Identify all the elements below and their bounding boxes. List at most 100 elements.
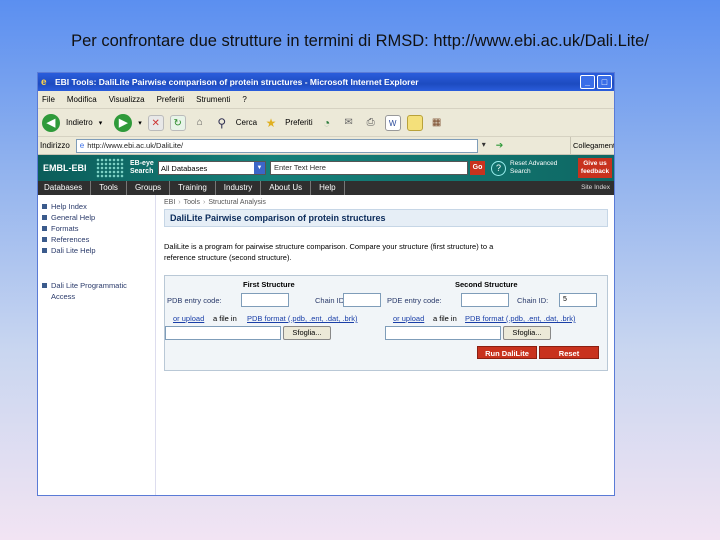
nav-tools[interactable]: Tools	[91, 181, 127, 195]
edit-word-icon[interactable]: W	[384, 114, 401, 131]
menu-file[interactable]: File	[42, 95, 55, 104]
nav-about-us[interactable]: About Us	[261, 181, 312, 195]
browser-window: e EBI Tools: DaliLite Pairwise compariso…	[37, 72, 615, 496]
sidebar-item-references[interactable]: References	[38, 234, 155, 245]
window-title: EBI Tools: DaliLite Pairwise comparison …	[55, 77, 419, 87]
file-path-input-1[interactable]	[165, 326, 281, 340]
ebi-logo[interactable]: EMBL-EBI	[38, 163, 96, 173]
chain-id-input-2[interactable]: 5	[559, 293, 597, 307]
menu-strumenti[interactable]: Strumenti	[196, 95, 230, 104]
menu-preferiti[interactable]: Preferiti	[157, 95, 185, 104]
run-dalilite-button[interactable]: Run DaliLite	[477, 346, 537, 359]
pdb-entry-input-1[interactable]	[241, 293, 289, 307]
maximize-button[interactable]: □	[597, 75, 612, 89]
intro-text: DaliLite is a program for pairwise struc…	[164, 242, 494, 262]
address-bar: Indirizzo e http://www.ebi.ac.uk/DaliLit…	[38, 137, 614, 155]
menu-visualizza[interactable]: Visualizza	[109, 95, 145, 104]
sidebar-item-general-help[interactable]: General Help	[38, 212, 155, 223]
ebi-navbar: Databases Tools Groups Training Industry…	[38, 181, 614, 195]
pdb-format-link-1[interactable]: PDB format (.pdb, .ent, .dat, .brk)	[247, 314, 357, 323]
browser-toolbar: ◀ Indietro ▾ ▶ ▾ ✕ ↻ ⌂ ⚲ Cerca ★ Preferi…	[38, 109, 614, 137]
chain-id-label-2: Chain ID:	[517, 296, 549, 305]
database-select[interactable]: All Databases ▼	[158, 161, 266, 175]
links-label[interactable]: Collegamenti	[570, 137, 614, 155]
discuss-icon[interactable]	[406, 114, 423, 131]
menu-modifica[interactable]: Modifica	[67, 95, 97, 104]
or-upload-link-1[interactable]: or upload	[173, 314, 204, 323]
structure-form: First Structure Second Structure PDB ent…	[164, 275, 608, 371]
go-arrow-icon[interactable]: ➔	[496, 140, 504, 151]
bullet-icon	[42, 283, 47, 288]
home-icon[interactable]: ⌂	[192, 115, 208, 131]
address-label: Indirizzo	[40, 141, 70, 150]
pdb-format-link-2[interactable]: PDB format (.pdb, .ent, .dat, .brk)	[465, 314, 575, 323]
pdb-entry-input-2[interactable]	[461, 293, 509, 307]
browse-button-2[interactable]: Sfoglia...	[503, 326, 551, 340]
mail-icon[interactable]: ✉	[341, 115, 357, 131]
print-icon[interactable]: ⎙	[363, 115, 379, 131]
chain-id-label-1: Chain ID:	[315, 296, 347, 305]
ebi-search-input[interactable]: Enter Text Here	[270, 161, 468, 175]
file-path-input-2[interactable]	[385, 326, 501, 340]
breadcrumb-structural-analysis[interactable]: Structural Analysis	[208, 199, 266, 206]
ie-icon: e	[41, 76, 47, 88]
sidebar-item-help-index[interactable]: Help Index	[38, 201, 155, 212]
page-title: DaliLite Pairwise comparison of protein …	[164, 209, 608, 227]
main-content: EBI › Tools › Structural Analysis DaliLite P…	[162, 195, 610, 495]
help-icon[interactable]: ?	[491, 160, 506, 176]
history-icon[interactable]: ◔	[319, 115, 335, 131]
ebi-dots-graphic	[96, 158, 124, 178]
sidebar-item-formats[interactable]: Formats	[38, 223, 155, 234]
search-label[interactable]: Cerca	[236, 118, 257, 127]
address-url[interactable]: http://www.ebi.ac.uk/DaliLite/	[87, 141, 183, 150]
nav-industry[interactable]: Industry	[216, 181, 262, 195]
bullet-icon	[42, 248, 47, 253]
sidebar-item-dali-lite-help[interactable]: Dali Lite Help	[38, 245, 155, 256]
address-dropdown-icon[interactable]: ▾	[482, 140, 492, 152]
pdb-entry-label-2: PDE entry code:	[387, 296, 442, 305]
breadcrumb-ebi[interactable]: EBI	[164, 199, 175, 206]
bullet-icon	[42, 204, 47, 209]
favorites-label[interactable]: Preferiti	[285, 118, 313, 127]
first-structure-heading: First Structure	[243, 280, 295, 289]
search-icon[interactable]: ⚲	[214, 115, 230, 131]
nav-help[interactable]: Help	[311, 181, 345, 195]
nav-training[interactable]: Training	[170, 181, 216, 195]
bullet-icon	[42, 226, 47, 231]
bullet-icon	[42, 215, 47, 220]
nav-databases[interactable]: Databases	[38, 181, 92, 195]
forward-arrow-icon[interactable]: ▶	[114, 113, 133, 132]
chain-id-input-1[interactable]	[343, 293, 381, 307]
nav-groups[interactable]: Groups	[127, 181, 171, 195]
back-arrow-icon[interactable]: ◀	[42, 113, 60, 132]
ebi-go-button[interactable]: Go	[470, 161, 485, 175]
refresh-icon[interactable]: ↻	[169, 114, 186, 131]
address-input[interactable]: e http://www.ebi.ac.uk/DaliLite/	[75, 138, 478, 153]
breadcrumb: EBI › Tools › Structural Analysis	[164, 199, 266, 206]
research-icon[interactable]: ▦	[429, 115, 445, 131]
file-in-text-2: a file in	[433, 314, 457, 323]
database-select-value: All Databases	[161, 163, 208, 173]
stop-icon[interactable]: ✕	[147, 114, 164, 131]
sidebar: Help Index General Help Formats Referenc…	[38, 195, 156, 495]
second-structure-heading: Second Structure	[455, 280, 518, 289]
pdb-entry-label-1: PDB entry code:	[167, 296, 222, 305]
slide-title: Per confrontare due strutture in termini…	[71, 32, 649, 50]
site-index-link[interactable]: Site Index	[581, 181, 610, 195]
breadcrumb-tools[interactable]: Tools	[184, 199, 200, 206]
chevron-down-icon[interactable]: ▼	[254, 162, 265, 174]
feedback-button[interactable]: Give us feedback	[578, 158, 612, 178]
advanced-search-link[interactable]: Reset Advanced Search	[510, 160, 570, 176]
file-in-text-1: a file in	[213, 314, 237, 323]
reset-button[interactable]: Reset	[539, 346, 599, 359]
window-titlebar: e EBI Tools: DaliLite Pairwise compariso…	[38, 73, 614, 91]
or-upload-link-2[interactable]: or upload	[393, 314, 424, 323]
browse-button-1[interactable]: Sfoglia...	[283, 326, 331, 340]
page-content: Help Index General Help Formats Referenc…	[38, 195, 614, 495]
ebi-header: EMBL-EBI EB-eye Search All Databases ▼ E…	[38, 155, 614, 181]
sidebar-item-programmatic-access[interactable]: Dali Lite Programmatic Access	[38, 280, 155, 302]
back-label[interactable]: Indietro	[66, 118, 93, 127]
minimize-button[interactable]: _	[580, 75, 595, 89]
favorites-star-icon[interactable]: ★	[263, 115, 279, 131]
menu-help[interactable]: ?	[242, 95, 246, 104]
